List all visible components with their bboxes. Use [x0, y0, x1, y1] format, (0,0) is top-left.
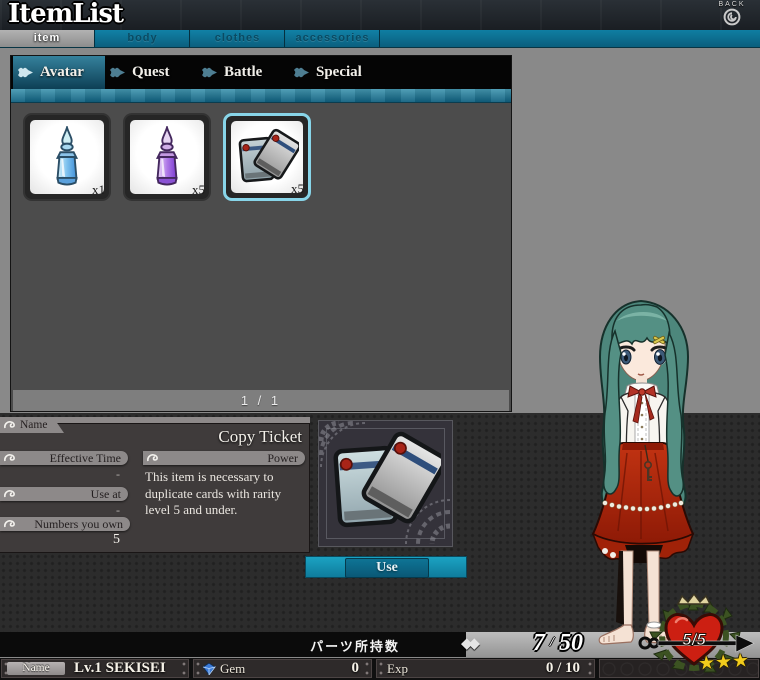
name-header-tab: Name [0, 417, 64, 433]
subtab-bar: Avatar Quest Battle Special [11, 56, 511, 89]
header-bar: ItemList BACK [0, 0, 760, 31]
page-title: ItemList [8, 0, 123, 29]
subtab-special[interactable]: Special [289, 56, 381, 89]
fleur-arrow-icon [293, 66, 310, 79]
blue-bottle-icon [48, 126, 86, 188]
item-count: x1 [92, 182, 105, 198]
life-gauge-value: 5/5 [682, 630, 706, 649]
fleur-arrow-icon [109, 66, 126, 79]
subtab-avatar[interactable]: Avatar [13, 56, 105, 89]
player-name: Lv.1 SEKISEI [74, 660, 166, 677]
star-rating-icon: ★★★ [697, 649, 750, 675]
diamond-icon: ◆◆ [461, 634, 476, 652]
vine-swirl-icon [4, 489, 17, 499]
selected-item-name: Copy Ticket [140, 427, 302, 447]
item-slot-purple-bottle[interactable]: x5 [123, 113, 211, 201]
field-value-use-at: - [0, 503, 120, 518]
back-swirl-icon [723, 8, 741, 26]
item-count: x5 [291, 181, 304, 197]
field-numbers-you-own: Numbers you own [0, 517, 130, 531]
parts-count-bar: パーツ所持数 [0, 632, 466, 657]
back-button-label: BACK [708, 1, 756, 8]
item-list-screen: ItemList BACK item body clothes accessor… [0, 0, 760, 680]
subtab-quest[interactable]: Quest [105, 56, 197, 89]
field-label: Use at [17, 487, 128, 501]
subtab-label: Battle [224, 64, 262, 81]
page-indicator: 1 / 1 [13, 390, 509, 411]
subtab-label: Avatar [40, 64, 84, 81]
vine-swirl-icon [4, 420, 17, 430]
item-preview-box [318, 420, 453, 547]
fleur-arrow-icon [17, 66, 34, 79]
field-power: Power [143, 451, 305, 465]
gem-label: Gem [220, 661, 245, 677]
teal-divider-strip [11, 89, 511, 103]
parts-count-label: パーツ所持数 [240, 636, 470, 655]
vine-swirl-icon [4, 519, 17, 529]
use-button[interactable]: Use [345, 558, 429, 578]
gem-value: 0 [352, 660, 360, 677]
copy-ticket-icon [235, 125, 299, 189]
use-button-bar: Use [305, 556, 467, 578]
subtab-label: Special [316, 64, 362, 81]
vine-swirl-icon [147, 453, 160, 463]
item-slot-blue-bottle[interactable]: x1 [23, 113, 111, 201]
item-panel: Avatar Quest Battle Special [10, 55, 512, 412]
field-label: Power [160, 451, 305, 465]
subtab-label: Quest [132, 64, 170, 81]
tab-clothes[interactable]: clothes [191, 30, 285, 47]
field-value-numbers-you-own: 5 [0, 532, 120, 548]
back-button[interactable]: BACK [708, 1, 756, 30]
parts-owned: 7 [533, 630, 545, 657]
subtab-battle[interactable]: Battle [197, 56, 289, 89]
exp-value: 0 / 10 [546, 660, 580, 677]
field-label: Effective Time [17, 451, 128, 465]
copy-ticket-preview-icon [329, 427, 441, 539]
status-gem-segment: Gem 0 [193, 659, 372, 678]
field-use-at: Use at [0, 487, 128, 501]
item-description: This item is necessary to duplicate card… [145, 469, 305, 519]
category-tab-bar: item body clothes accessories [0, 30, 760, 48]
tab-item[interactable]: item [0, 30, 95, 47]
name-plate: Name [7, 662, 65, 675]
status-name-segment: Name Lv.1 SEKISEI [1, 659, 189, 678]
status-exp-segment: Exp 0 / 10 [376, 659, 595, 678]
item-count: x5 [192, 182, 205, 198]
field-value-effective-time: - [0, 467, 120, 482]
gem-icon [202, 663, 216, 675]
field-label: Numbers you own [17, 517, 130, 531]
fleur-arrow-icon [201, 66, 218, 79]
tab-body[interactable]: body [96, 30, 190, 47]
purple-bottle-icon [148, 126, 186, 188]
vine-swirl-icon [4, 453, 17, 463]
tab-accessories[interactable]: accessories [286, 30, 380, 47]
exp-label: Exp [387, 661, 408, 677]
item-slot-copy-ticket[interactable]: x5 [223, 113, 311, 201]
name-label: Name [20, 419, 47, 431]
field-effective-time: Effective Time [0, 451, 128, 465]
parts-separator: / [550, 635, 554, 651]
